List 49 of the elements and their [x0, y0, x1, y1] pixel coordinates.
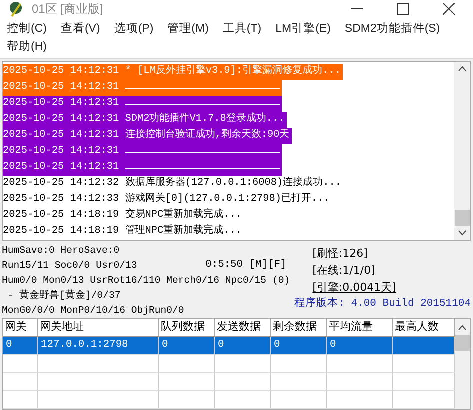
status-line: MonG0/0/0 MonP0/10/16 ObjRun0/0 — [2, 304, 186, 318]
column-header[interactable]: 发送数据 — [215, 319, 271, 336]
app-icon — [8, 0, 24, 18]
column-header[interactable]: 剩余数据 — [271, 319, 327, 336]
table-cell: 0 — [6, 339, 12, 351]
scrollbar-thumb[interactable] — [455, 335, 470, 351]
menu-item[interactable]: SDM2功能插件(S) — [344, 20, 440, 38]
log-line: 2025-10-25 14:18:19 管理NPC重新加载完成... — [3, 224, 243, 239]
maximize-icon[interactable] — [397, 3, 409, 15]
table-cell: 0 — [274, 339, 280, 351]
log-timestamp: 2025-10-25 14:12:31 — [3, 161, 120, 175]
engine-time: [引擎:0.0041天] — [312, 280, 398, 296]
log-timestamp: 2025-10-25 14:12:31 — [3, 81, 120, 95]
table-cell: 127.0.0.1:2798 — [41, 339, 128, 351]
menu-item[interactable]: 管理(M) — [168, 20, 209, 38]
status-line: Hum0/0 Mon0/13 UsrRot16/110 Merch0/16 Npc0/15 (0) — [2, 274, 292, 288]
table-cell: 0 — [330, 339, 336, 351]
window-title: 01区 [商业版] — [32, 0, 104, 18]
menu-item[interactable]: 查看(V) — [60, 20, 100, 38]
log-timestamp: 2025-10-25 14:12:31 — [3, 97, 120, 111]
table-cell: 0 — [218, 339, 224, 351]
table-cell: 0 — [162, 339, 168, 351]
log-line: 2025-10-25 14:18:19 交易NPC重新加载完成... — [3, 208, 243, 223]
scrollbar[interactable] — [454, 62, 470, 240]
column-header[interactable]: 队列数据 — [159, 319, 215, 336]
menu-item[interactable]: 控制(C) — [7, 20, 47, 38]
column-header[interactable]: 平均流量 — [327, 319, 393, 336]
uptime-text: 0:5:50 [M][F] — [206, 258, 287, 273]
status-line: - 黄金野兽[黄金]/0/37 — [6, 288, 122, 303]
log-line: 2025-10-25 14:12:32 数据库服务器(127.0.0.1:6008)连接成功... — [3, 176, 342, 191]
menu-item[interactable]: 工具(T) — [222, 20, 262, 38]
scroll-up-icon[interactable] — [458, 325, 467, 331]
menu-item[interactable]: LM引擎(E) — [276, 20, 331, 38]
online-count: [在线:1/1/0] — [312, 263, 376, 279]
scroll-up-icon[interactable] — [458, 66, 466, 72]
monster-count: [刷怪:126] — [312, 246, 369, 262]
menu-item[interactable]: 帮助(H) — [7, 38, 47, 56]
scrollbar-thumb[interactable] — [454, 210, 470, 226]
menu-item[interactable]: 选项(P) — [114, 20, 154, 38]
column-header[interactable]: 网关地址 — [38, 319, 159, 336]
log-line: 2025-10-25 14:12:33 游戏网关[0](127.0.0.1:2798)已打开... — [3, 192, 331, 207]
version-text: 程序版本: 4.00 Build 20151104 — [294, 296, 471, 312]
status-line: Run15/11 Soc0/0 Usr0/13 — [2, 259, 138, 273]
table-row[interactable]: 0 127.0.0.1:2798 0 0 0 0 — [3, 337, 455, 355]
close-icon[interactable] — [443, 3, 455, 15]
scroll-down-icon[interactable] — [458, 230, 466, 236]
status-line: HumSave:0 HeroSave:0 — [2, 244, 121, 258]
log-timestamp: 2025-10-25 14:12:31 — [3, 145, 120, 159]
column-header[interactable]: 网关 — [3, 319, 38, 336]
